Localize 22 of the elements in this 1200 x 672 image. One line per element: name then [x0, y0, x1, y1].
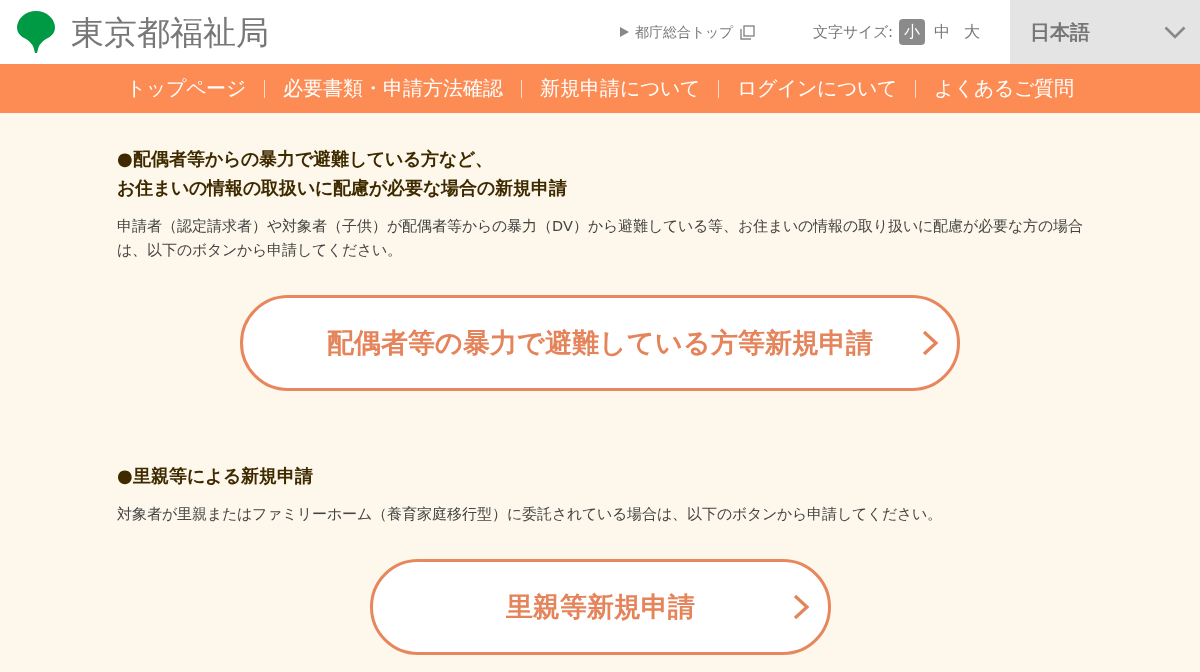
section-heading: ●配偶者等からの暴力で避難している方など、 お住まいの情報の取扱いに配慮が必要な場合の新規申請	[117, 147, 568, 200]
text-size-option[interactable]: 小	[899, 19, 925, 45]
nav-link[interactable]: トップページ	[126, 73, 246, 104]
nav-link[interactable]: よくあるご質問	[934, 73, 1074, 104]
nav-link[interactable]: 新規申請について	[540, 73, 700, 104]
new-window-icon	[739, 24, 755, 40]
text-size-option[interactable]: 中	[929, 19, 955, 45]
section-description: 対象者が里親またはファミリーホーム（養育家庭移行型）に委託されている場合は、以下のボタンから申請してください。	[117, 505, 943, 524]
text-size-option[interactable]: 大	[959, 19, 985, 45]
triangle-icon	[619, 27, 629, 37]
section-description: 申請者（認定請求者）や対象者（子供）が配偶者等からの暴力（DV）から避難している等、お住まいの情報の取り扱いに配慮が必要な方の場合は、以下のボタンから申請してください。	[117, 217, 1083, 260]
apply-button[interactable]: 配偶者等の暴力で避難している方等新規申請	[240, 295, 960, 391]
nav-link[interactable]: ログインについて	[737, 73, 897, 104]
top-page-link[interactable]: 都庁総合トップ	[619, 21, 755, 43]
apply-button[interactable]: 里親等新規申請	[369, 559, 831, 655]
section-heading: ●里親等による新規申請	[117, 464, 314, 488]
text-size-label: 文字サイズ:	[812, 21, 893, 43]
site-title: 東京都福祉局	[71, 15, 269, 49]
nav-link[interactable]: 必要書類・申請方法確認	[283, 73, 503, 104]
ginkgo-leaf-icon	[16, 11, 56, 53]
language-dropdown[interactable]: 日本語	[1010, 0, 1200, 64]
chevron-down-icon	[1164, 25, 1186, 39]
